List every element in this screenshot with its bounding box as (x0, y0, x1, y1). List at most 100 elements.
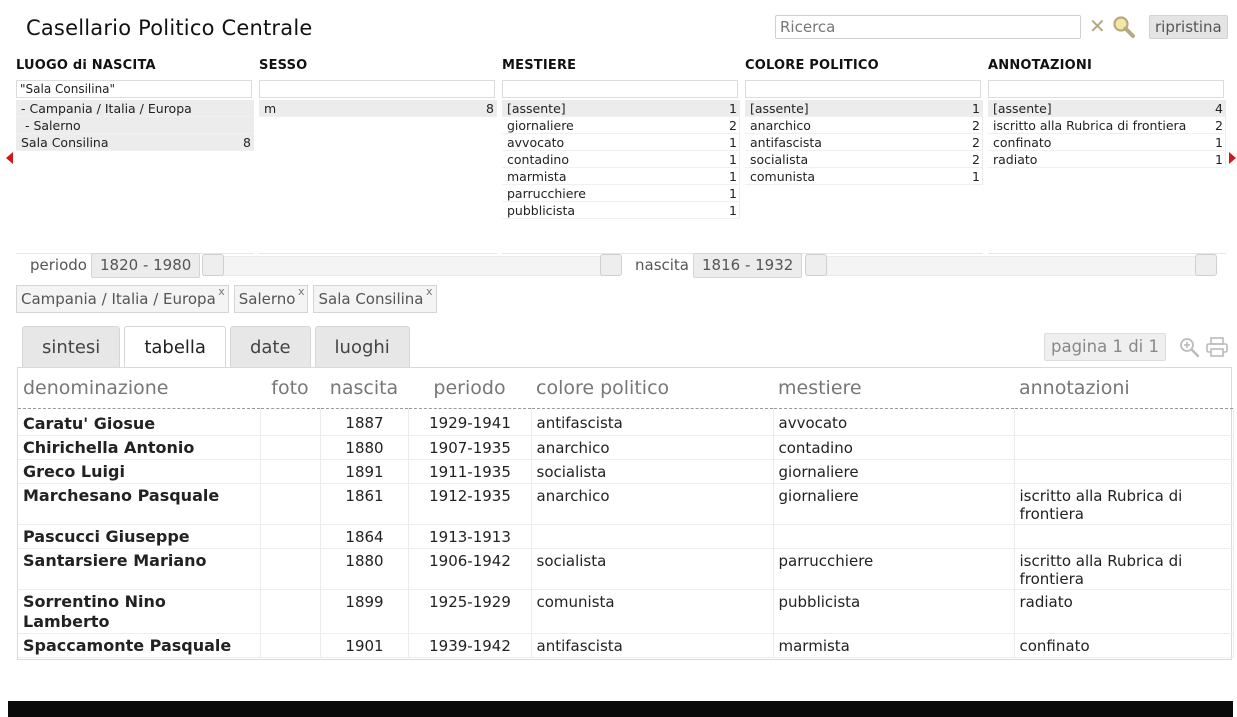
cell-nascita: 1901 (320, 633, 409, 658)
periodo-slider-track[interactable] (203, 256, 620, 276)
facet-item-count: 8 (243, 135, 251, 150)
facet-luogo-di-nascita: LUOGO di NASCITA - Campania / Italia / Eu… (16, 58, 254, 254)
periodo-slider-max-handle[interactable] (600, 254, 622, 276)
cell-foto (260, 548, 321, 590)
facet-item[interactable]: - Campania / Italia / Europa (16, 100, 254, 117)
column-header-periodo[interactable]: periodo (408, 368, 531, 409)
column-header-nascita[interactable]: nascita (320, 368, 408, 409)
facet-filter-input[interactable] (502, 80, 738, 98)
clear-search-icon[interactable]: ✕ (1089, 14, 1106, 38)
cell-periodo: 1911-1935 (408, 459, 532, 484)
facet-item[interactable]: radiato 1 (988, 151, 1226, 168)
facet-item-count: 2 (972, 118, 980, 133)
remove-filter-icon[interactable]: x (218, 278, 225, 305)
table-row[interactable]: Spaccamonte Pasquale 1901 1939-1942 antifas… (18, 633, 1234, 658)
cell-nascita: 1891 (320, 459, 409, 484)
facet-item[interactable]: marmista 1 (502, 168, 740, 185)
facet-item[interactable]: socialista 2 (745, 151, 983, 168)
facet-item[interactable]: avvocato 1 (502, 134, 740, 151)
facet-item[interactable]: parrucchiere 1 (502, 185, 740, 202)
cell-mestiere: giornaliere (773, 459, 1015, 484)
filter-chip-label: Sala Consilina (318, 290, 424, 308)
facet-item-count: 8 (486, 101, 494, 116)
print-icon[interactable] (1205, 336, 1229, 358)
facet-item[interactable]: Sala Consilina 8 (16, 134, 254, 151)
facet-item[interactable]: giornaliere 2 (502, 117, 740, 134)
facet-item[interactable]: - Salerno (16, 117, 254, 134)
facet-item-label: [assente] (993, 101, 1052, 116)
facet-item[interactable]: iscritto alla Rubrica di frontiera 2 (988, 117, 1226, 134)
reset-button[interactable]: ripristina (1149, 15, 1228, 39)
column-header-mestiere[interactable]: mestiere (773, 368, 1014, 409)
cell-periodo: 1929-1941 (408, 408, 532, 436)
facet-item[interactable]: [assente] 1 (502, 100, 740, 117)
column-header-annotazioni[interactable]: annotazioni (1014, 368, 1233, 409)
column-header-foto[interactable]: foto (260, 368, 320, 409)
facet-filter-input[interactable] (259, 80, 495, 98)
scroll-right-arrow-icon[interactable] (1229, 152, 1236, 164)
facet-filter-input[interactable] (745, 80, 981, 98)
facet-item-count: 1 (972, 169, 980, 184)
facet-item[interactable]: [assente] 1 (745, 100, 983, 117)
cell-colore: antifascista (531, 633, 774, 658)
table-row[interactable]: Pascucci Giuseppe 1864 1913-1913 (18, 524, 1234, 549)
cell-colore: socialista (531, 459, 774, 484)
periodo-slider-min-handle[interactable] (202, 254, 224, 276)
facet-item[interactable]: comunista 1 (745, 168, 983, 185)
table-row[interactable]: Sorrentino Nino Lamberto 1899 1925-1929 com… (18, 589, 1234, 634)
facet-item-label: radiato (993, 152, 1038, 167)
tab-date[interactable]: date (229, 326, 311, 368)
facet-item-count: 1 (729, 169, 737, 184)
column-header-denominazione[interactable]: denominazione (18, 368, 260, 409)
cell-denominazione[interactable]: Chirichella Antonio (18, 435, 261, 460)
facet-item[interactable]: contadino 1 (502, 151, 740, 168)
facet-filter-input[interactable] (988, 80, 1224, 98)
facet-item-label: socialista (750, 152, 809, 167)
nascita-slider-max-handle[interactable] (1195, 254, 1217, 276)
facet-filter-input[interactable] (16, 80, 252, 98)
cell-colore: anarchico (531, 435, 774, 460)
cell-denominazione[interactable]: Sorrentino Nino Lamberto (18, 589, 261, 634)
cell-denominazione[interactable]: Spaccamonte Pasquale (18, 633, 261, 658)
facet-item[interactable]: antifascista 2 (745, 134, 983, 151)
facet-item[interactable]: [assente] 4 (988, 100, 1226, 117)
cell-denominazione[interactable]: Marchesano Pasquale (18, 483, 261, 525)
table-row[interactable]: Caratu' Giosue 1887 1929-1941 antifascista a… (18, 408, 1234, 436)
tab-sintesi[interactable]: sintesi (22, 326, 121, 368)
filter-chip[interactable]: Salerno x (233, 285, 309, 313)
facet-item[interactable]: pubblicista 1 (502, 202, 740, 219)
remove-filter-icon[interactable]: x (298, 278, 305, 305)
cell-denominazione[interactable]: Santarsiere Mariano (18, 548, 261, 590)
facet-item-count: 2 (972, 135, 980, 150)
table-row[interactable]: Greco Luigi 1891 1911-1935 socialista giorna… (18, 459, 1234, 484)
search-input[interactable] (775, 15, 1081, 39)
remove-filter-icon[interactable]: x (426, 278, 433, 305)
nascita-slider-min-handle[interactable] (805, 254, 827, 276)
tab-luoghi[interactable]: luoghi (314, 326, 410, 368)
cell-colore (531, 524, 774, 549)
facet-item-count: 4 (1215, 101, 1223, 116)
cell-denominazione[interactable]: Pascucci Giuseppe (18, 524, 261, 549)
cell-denominazione[interactable]: Greco Luigi (18, 459, 261, 484)
facet-item-label: [assente] (750, 101, 809, 116)
search-icon[interactable] (1112, 15, 1136, 39)
scroll-left-arrow-icon[interactable] (6, 152, 13, 164)
column-header-colore-politico[interactable]: colore politico (531, 368, 773, 409)
table-row[interactable]: Marchesano Pasquale 1861 1912-1935 anarchic… (18, 483, 1234, 525)
table-row[interactable]: Chirichella Antonio 1880 1907-1935 anarchic… (18, 435, 1234, 460)
filter-chip[interactable]: Sala Consilina x (313, 285, 437, 313)
facet-item[interactable]: m8 (259, 100, 497, 117)
tab-tabella[interactable]: tabella (124, 326, 226, 369)
cell-colore: antifascista (531, 408, 774, 436)
cell-mestiere: avvocato (773, 408, 1015, 436)
facet-mestiere: MESTIERE [assente] 1 giornaliere 2 avvocato 1 c… (502, 58, 740, 254)
zoom-in-icon[interactable] (1178, 336, 1200, 358)
nascita-slider-track[interactable] (806, 256, 1215, 276)
facet-item[interactable]: confinato 1 (988, 134, 1226, 151)
cell-denominazione[interactable]: Caratu' Giosue (18, 408, 261, 436)
app-title: Casellario Politico Centrale (26, 16, 313, 40)
facet-colore-politico: COLORE POLITICO [assente] 1 anarchico 2 antif… (745, 58, 983, 254)
facet-item[interactable]: anarchico 2 (745, 117, 983, 134)
filter-chip[interactable]: Campania / Italia / Europa x (16, 285, 229, 313)
table-row[interactable]: Santarsiere Mariano 1880 1906-1942 socialis… (18, 548, 1234, 590)
